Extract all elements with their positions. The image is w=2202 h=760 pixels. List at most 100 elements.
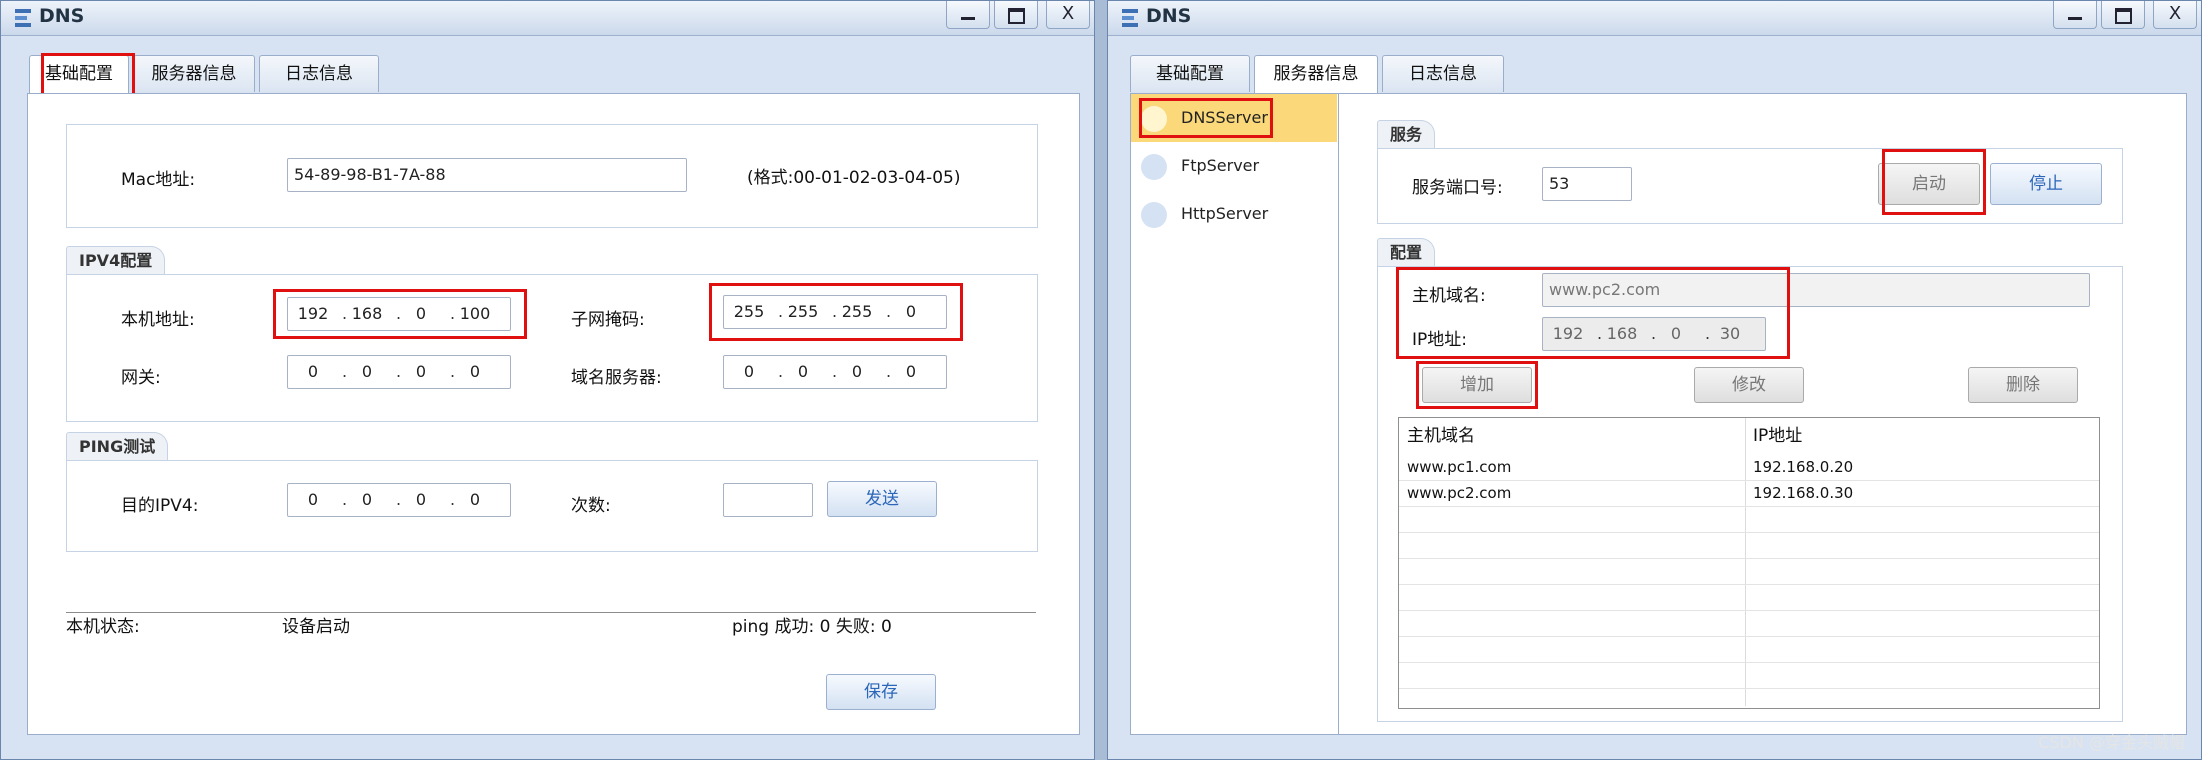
octet: 0	[469, 490, 481, 509]
close-button[interactable]: X	[1046, 1, 1090, 29]
config-legend: 配置	[1377, 238, 1436, 267]
window-title: DNS	[1146, 5, 1192, 27]
column-header-host: 主机域名	[1407, 426, 1475, 446]
host-name-label: 主机域名:	[1412, 286, 1486, 306]
octet: 168	[1606, 324, 1638, 343]
ip-dot: .	[342, 304, 348, 323]
ip-dot: .	[886, 302, 892, 321]
maximize-icon	[1007, 8, 1025, 24]
octet: 168	[351, 304, 383, 323]
basic-config-panel: Mac地址: 54-89-98-B1-7A-88 (格式:00-01-02-03…	[27, 93, 1080, 735]
tab-log-info[interactable]: 日志信息	[259, 55, 379, 92]
octet: 255	[733, 302, 765, 321]
octet: 0	[361, 362, 373, 381]
subnet-mask-field[interactable]: 255. 255. 255. 0	[723, 295, 947, 329]
target-ipv4-field[interactable]: 0. 0. 0. 0	[287, 483, 511, 517]
minimize-icon	[961, 17, 975, 20]
ip-dot: .	[1597, 324, 1603, 343]
dns-window-left: DNS X 基础配置 服务器信息 日志信息 Mac地址: 54-89-98-B1…	[0, 0, 1095, 760]
ip-dot: .	[342, 362, 348, 381]
dns-server-field[interactable]: 0. 0. 0. 0	[723, 355, 947, 389]
octet: 0	[797, 362, 809, 381]
octet: 0	[415, 362, 427, 381]
octet: 0	[415, 304, 427, 323]
server-item-ftp[interactable]: FtpServer	[1131, 142, 1337, 190]
tab-server-info[interactable]: 服务器信息	[1254, 55, 1378, 94]
count-input[interactable]	[723, 483, 813, 517]
tab-log-info[interactable]: 日志信息	[1382, 55, 1504, 92]
octet: 0	[307, 362, 319, 381]
watermark: CSDN @穿金头贼帽	[2038, 733, 2185, 752]
ip-dot: .	[342, 490, 348, 509]
minimize-icon	[2068, 17, 2082, 20]
ipv4-legend: IPV4配置	[66, 246, 166, 275]
save-button[interactable]: 保存	[826, 674, 936, 710]
maximize-button[interactable]	[2101, 1, 2145, 29]
cell-host: www.pc1.com	[1407, 458, 1512, 476]
mac-input[interactable]: 54-89-98-B1-7A-88	[287, 158, 687, 192]
title-bar[interactable]: DNS X	[1, 1, 1094, 36]
server-label: DNSServer	[1181, 108, 1268, 127]
close-button[interactable]: X	[2153, 1, 2197, 29]
server-label: HttpServer	[1181, 204, 1269, 223]
server-status-icon	[1141, 106, 1167, 132]
server-label: FtpServer	[1181, 156, 1260, 175]
octet: 0	[851, 362, 863, 381]
config-panel: 主机域名: www.pc2.com IP地址: 192. 168. 0. 30 …	[1377, 266, 2123, 722]
octet: 0	[469, 362, 481, 381]
ip-dot: .	[886, 362, 892, 381]
target-ipv4-label: 目的IPV4:	[121, 496, 199, 516]
maximize-icon	[2114, 8, 2132, 24]
modify-button[interactable]: 修改	[1694, 367, 1804, 403]
server-list: DNSServer FtpServer HttpServer	[1130, 93, 1340, 735]
ip-dot: .	[832, 362, 838, 381]
tab-basic-config[interactable]: 基础配置	[1130, 55, 1250, 92]
table-row-empty	[1399, 506, 2099, 533]
octet: 192	[297, 304, 329, 323]
add-button[interactable]: 增加	[1422, 367, 1532, 403]
octet: 0	[1670, 324, 1682, 343]
tab-server-info[interactable]: 服务器信息	[133, 55, 255, 92]
gateway-label: 网关:	[121, 368, 161, 388]
ip-address-label: IP地址:	[1412, 330, 1467, 350]
octet: 0	[361, 490, 373, 509]
ip-dot: .	[450, 362, 456, 381]
server-status-icon	[1141, 202, 1167, 228]
gateway-field[interactable]: 0. 0. 0. 0	[287, 355, 511, 389]
ping-result: ping 成功: 0 失败: 0	[732, 617, 892, 637]
send-button[interactable]: 发送	[827, 481, 937, 517]
delete-button[interactable]: 删除	[1968, 367, 2078, 403]
dns-window-right: DNS X 基础配置 服务器信息 日志信息 DNSServer FtpServe…	[1107, 0, 2202, 760]
ip-address-field[interactable]: 192. 168. 0. 30	[1542, 317, 1766, 351]
ipv4-panel: 本机地址: 192. 168. 0. 100 子网掩码: 255. 255. 2…	[66, 274, 1038, 422]
server-item-dns[interactable]: DNSServer	[1131, 94, 1337, 142]
port-input[interactable]: 53	[1542, 167, 1632, 201]
server-item-http[interactable]: HttpServer	[1131, 190, 1337, 238]
table-row-empty	[1399, 636, 2099, 663]
octet: 192	[1552, 324, 1584, 343]
table-row[interactable]: www.pc1.com 192.168.0.20	[1399, 454, 2099, 481]
maximize-button[interactable]	[994, 1, 1038, 29]
window-title: DNS	[39, 5, 85, 27]
local-ip-field[interactable]: 192. 168. 0. 100	[287, 297, 511, 331]
table-row-empty	[1399, 662, 2099, 689]
ping-panel: 目的IPV4: 0. 0. 0. 0 次数: 发送	[66, 460, 1038, 552]
table-row[interactable]: www.pc2.com 192.168.0.30	[1399, 480, 2099, 507]
minimize-button[interactable]	[946, 1, 990, 29]
minimize-button[interactable]	[2053, 1, 2097, 29]
service-legend: 服务	[1377, 120, 1436, 149]
ip-dot: .	[450, 304, 456, 323]
tab-basic-config[interactable]: 基础配置	[29, 55, 129, 94]
close-icon: X	[2168, 3, 2182, 24]
ping-legend: PING测试	[66, 432, 169, 461]
octet: 0	[905, 302, 917, 321]
host-name-input[interactable]: www.pc2.com	[1542, 273, 2090, 307]
stop-button[interactable]: 停止	[1990, 163, 2102, 205]
table-row-empty	[1399, 584, 2099, 611]
octet: 0	[905, 362, 917, 381]
start-button[interactable]: 启动	[1878, 163, 1980, 205]
ip-dot: .	[1651, 324, 1657, 343]
service-panel: 服务端口号: 53 启动 停止	[1377, 148, 2123, 224]
cell-host: www.pc2.com	[1407, 484, 1512, 502]
title-bar[interactable]: DNS X	[1108, 1, 2201, 36]
